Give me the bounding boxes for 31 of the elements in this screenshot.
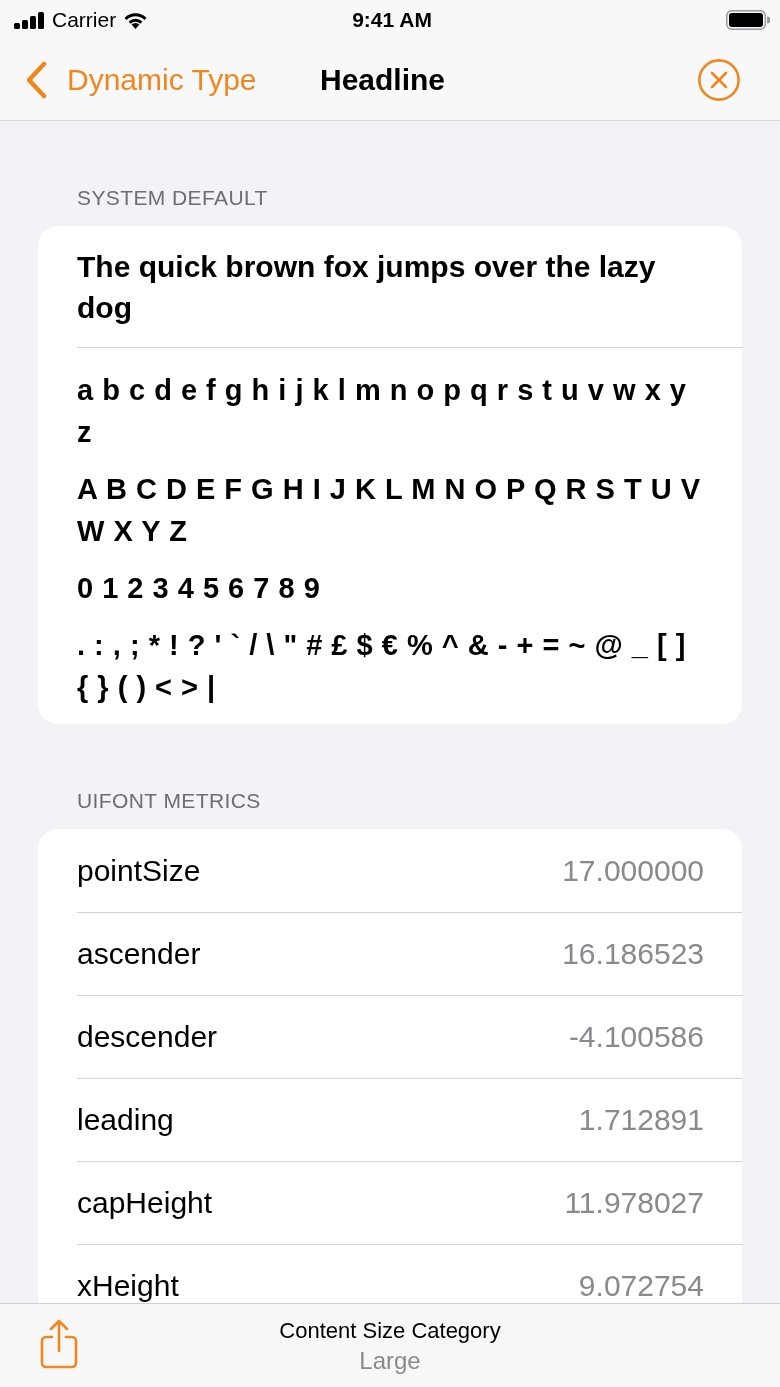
metric-label: pointSize (77, 854, 201, 887)
metric-label: descender (77, 1021, 218, 1053)
metric-label: xHeight (77, 1270, 179, 1302)
character-set: 0 1 2 3 4 5 6 7 8 9 (77, 571, 321, 606)
metric-value: 11.978027 (564, 1187, 704, 1219)
wifi-icon (123, 11, 149, 29)
battery-icon (726, 10, 770, 30)
sample-headline: The quick brown fox jumps over the lazy dog (76, 249, 657, 326)
cellular-signal-icon (14, 11, 45, 29)
metric-value: 9.072754 (578, 1270, 704, 1302)
metric-value: 17.000000 (562, 854, 704, 887)
chevron-left-icon (25, 61, 48, 99)
toolbar-title: Content Size Category (279, 1316, 501, 1344)
metric-label: capHeight (77, 1187, 213, 1219)
nav-title: Headline (319, 62, 445, 98)
character-set: . : , ; * ! ? ' ` / \ " # £ $ € % ^ & - + = ~ @ _ [ ] { } ( ) < > | (77, 628, 687, 705)
back-button[interactable]: Dynamic Type (25, 61, 257, 99)
character-set: A B C D E F G H I J K L M N O P Q R S T U V W X Y Z (77, 472, 702, 549)
metric-value: -4.100586 (568, 1021, 704, 1053)
metric-value: 1.712891 (578, 1104, 704, 1136)
share-icon[interactable] (40, 1318, 78, 1369)
character-set: a b c d e f g h i j k l m n o p q r s t u v w x y z (77, 373, 687, 450)
metric-value: 16.186523 (562, 938, 704, 970)
close-icon[interactable] (698, 59, 740, 101)
carrier-label: Carrier (52, 8, 117, 32)
metric-label: ascender (77, 938, 201, 970)
toolbar-value: Large (359, 1345, 421, 1375)
section-header: UIFONT METRICS (76, 788, 262, 814)
status-time: 9:41 AM (352, 8, 432, 32)
metric-label: leading (77, 1104, 174, 1136)
section-header: SYSTEM DEFAULT (76, 185, 269, 211)
